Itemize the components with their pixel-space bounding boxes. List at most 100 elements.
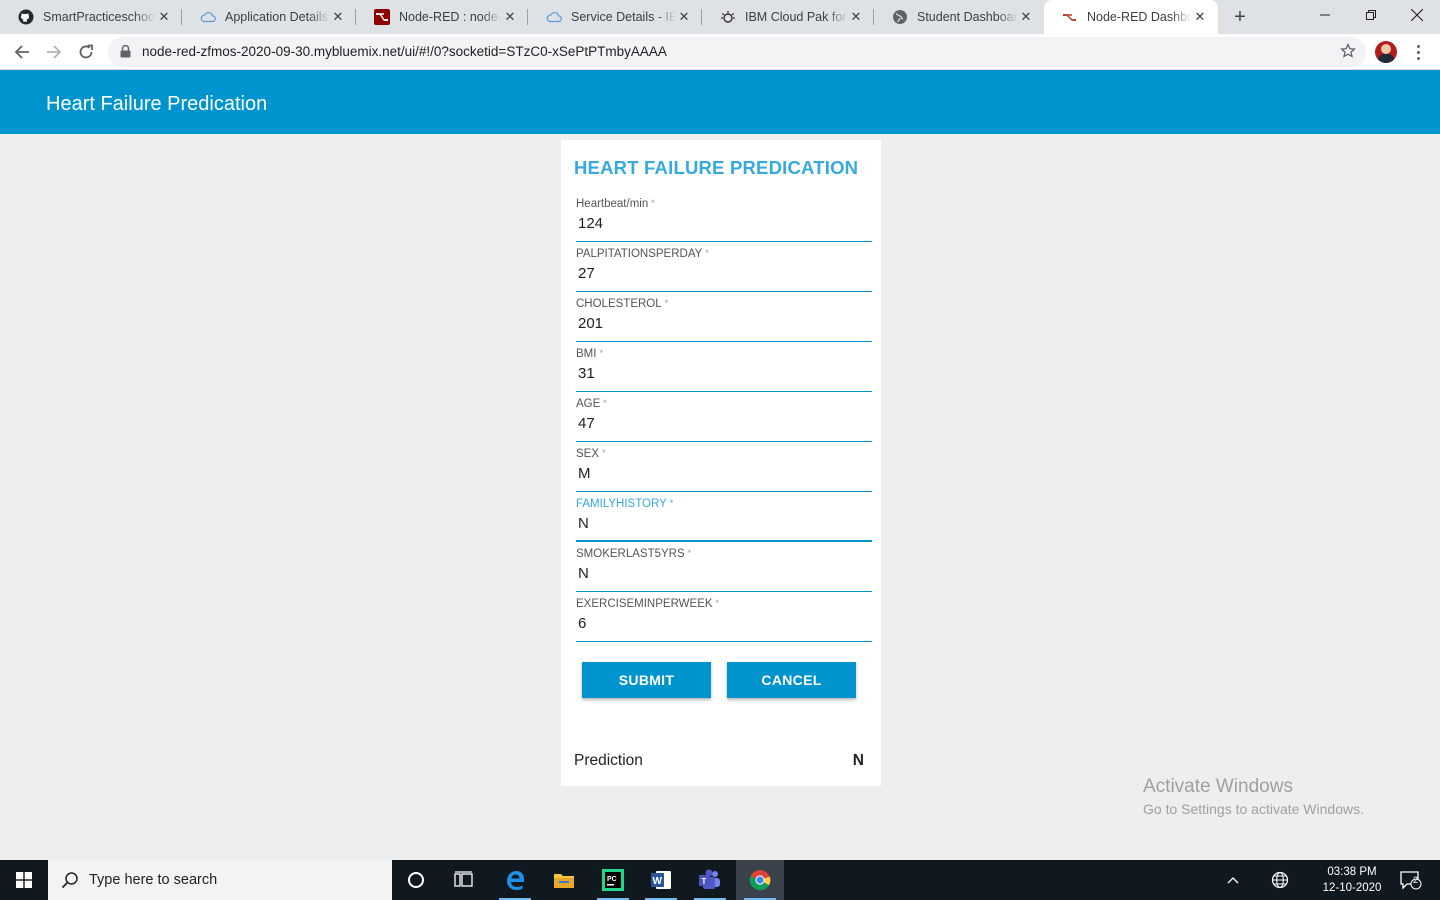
address-bar[interactable]: node-red-zfmos-2020-09-30.mybluemix.net/… [108,37,1366,67]
new-tab-button[interactable]: + [1228,5,1252,29]
back-button[interactable] [8,38,36,66]
palpitations-field[interactable]: PALPITATIONSPERDAY * [576,248,872,292]
cortana-icon[interactable] [392,860,440,900]
submit-button[interactable]: SUBMIT [582,662,711,698]
tab-title: Student Dashboard [917,10,1018,24]
sex-field[interactable]: SEX * [576,448,872,492]
github-icon [18,9,34,25]
node-red-icon [1062,9,1078,25]
close-icon[interactable]: ✕ [156,9,172,25]
minimize-button[interactable] [1302,0,1348,30]
watermark-title: Activate Windows [1143,776,1293,797]
field-label: PALPITATIONSPERDAY * [576,248,709,260]
exercise-input[interactable] [578,615,868,632]
tab-title: Service Details - IBM [571,10,676,24]
cloud-icon [200,9,216,25]
edge-browser-icon[interactable] [491,860,539,900]
heartbeat-input[interactable] [578,215,868,232]
restore-button[interactable] [1348,0,1394,30]
svg-text:W: W [653,876,663,887]
family-history-input[interactable] [578,515,868,532]
browser-toolbar: node-red-zfmos-2020-09-30.mybluemix.net/… [0,34,1440,70]
field-label: SMOKERLAST5YRS * [576,548,692,560]
cancel-button[interactable]: CANCEL [727,662,856,698]
field-label: EXERCISEMINPERWEEK * [576,598,720,610]
smoker-input[interactable] [578,565,868,582]
app-title: Heart Failure Predication [46,93,268,115]
exercise-field[interactable]: EXERCISEMINPERWEEK * [576,598,872,642]
tab-service-details[interactable]: Service Details - IBM ✕ [528,0,702,34]
smoker-field[interactable]: SMOKERLAST5YRS * [576,548,872,592]
forward-button[interactable] [40,38,68,66]
close-icon[interactable]: ✕ [676,9,692,25]
tab-smartpracticeschool[interactable]: SmartPracticeschool ✕ [0,0,182,34]
chrome-icon[interactable] [736,860,784,900]
notification-center-button[interactable]: 2 [1396,860,1426,900]
tab-application-details[interactable]: Application Details - ✕ [182,0,356,34]
prediction-value: N [852,752,864,769]
taskbar-search[interactable]: Type here to search [48,860,392,900]
bookmark-star-icon[interactable] [1340,42,1356,64]
reload-icon [79,44,93,59]
close-icon[interactable]: ✕ [848,9,864,25]
tab-title: IBM Cloud Pak for D [745,10,848,24]
palpitations-input[interactable] [578,265,868,282]
taskbar-clock[interactable]: 03:38 PM 12-10-2020 [1312,864,1392,896]
pycharm-icon[interactable]: PC [589,860,637,900]
field-label: AGE * [576,398,607,410]
form-title: HEART FAILURE PREDICATION [574,157,859,178]
search-icon [60,870,80,890]
chevron-up-icon[interactable] [1220,860,1246,900]
svg-text:T: T [702,877,707,886]
globe-icon [892,9,908,25]
more-menu-icon[interactable] [1410,40,1426,64]
field-label: BMI * [576,348,603,360]
close-icon[interactable]: ✕ [1192,9,1208,25]
word-icon[interactable]: W [637,860,685,900]
field-label: FAMILYHISTORY * [576,498,674,510]
page-content: Heart Failure Predication HEART FAILURE … [0,70,1440,860]
browser-tab-strip: SmartPracticeschool ✕ Application Detail… [0,0,1440,34]
age-field[interactable]: AGE * [576,398,872,442]
tab-title: SmartPracticeschool [43,10,156,24]
profile-avatar[interactable] [1375,41,1397,63]
tab-title: Node-RED : node-re [399,10,502,24]
close-icon[interactable]: ✕ [1018,9,1034,25]
bmi-input[interactable] [578,365,868,382]
network-globe-icon[interactable] [1267,860,1293,900]
close-icon[interactable]: ✕ [330,9,346,25]
close-icon[interactable]: ✕ [502,9,518,25]
search-placeholder: Type here to search [89,872,218,888]
field-label: CHOLESTEROL * [576,298,669,310]
arrow-right-icon [47,45,62,59]
url-text[interactable]: node-red-zfmos-2020-09-30.mybluemix.net/… [142,44,667,59]
tab-student-dashboard[interactable]: Student Dashboard ✕ [874,0,1044,34]
close-window-button[interactable] [1394,0,1440,30]
reload-button[interactable] [72,38,100,66]
task-view-icon[interactable] [440,860,488,900]
tab-ibm-cloud-pak[interactable]: IBM Cloud Pak for D ✕ [702,0,874,34]
node-red-icon [374,9,390,25]
activate-windows-watermark: Activate Windows Go to Settings to activ… [1143,776,1364,817]
family-history-field[interactable]: FAMILYHISTORY * [576,498,872,542]
tab-node-red-editor[interactable]: Node-RED : node-re ✕ [356,0,528,34]
age-input[interactable] [578,415,868,432]
cloud-icon [546,9,562,25]
windows-taskbar: Type here to search PC W T 03:38 PM 12-1… [0,860,1440,900]
tab-node-red-dashboard[interactable]: Node-RED Dashboa ✕ [1044,0,1218,34]
bmi-field[interactable]: BMI * [576,348,872,392]
field-label: SEX * [576,448,606,460]
heartbeat-field[interactable]: Heartbeat/min * [576,198,872,242]
sex-input[interactable] [578,465,868,482]
prediction-label: Prediction [574,752,643,769]
file-explorer-icon[interactable] [540,860,588,900]
start-button[interactable] [0,860,48,900]
clock-date: 12-10-2020 [1322,882,1382,894]
notification-icon [1400,871,1422,890]
svg-text:PC: PC [607,876,617,883]
windows-logo-icon [16,872,32,888]
field-label: Heartbeat/min * [576,198,655,210]
cholesterol-field[interactable]: CHOLESTEROL * [576,298,872,342]
teams-icon[interactable]: T [686,860,734,900]
cholesterol-input[interactable] [578,315,868,332]
